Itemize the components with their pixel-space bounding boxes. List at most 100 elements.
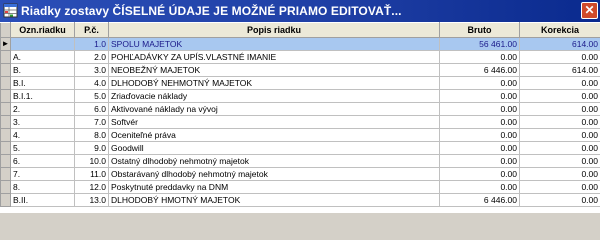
window-title: Riadky zostavy ČÍSELNÉ ÚDAJE JE MOŽNÉ PR… (21, 4, 402, 18)
close-icon[interactable]: ✕ (581, 2, 598, 19)
cell-bruto[interactable]: 0.00 (439, 102, 520, 116)
cell-bruto[interactable]: 0.00 (439, 50, 520, 64)
row-indicator (0, 193, 11, 207)
row-indicator (0, 167, 11, 181)
column-header-ozn[interactable]: Ozn.riadku (10, 22, 75, 38)
cell-ozn[interactable]: 8. (10, 180, 75, 194)
cell-ozn[interactable]: B.I. (10, 76, 75, 90)
cell-korekcia[interactable]: 0.00 (519, 89, 600, 103)
table-row[interactable]: A. 2.0 POHĽADÁVKY ZA UPÍS.VLASTNÉ IMANIE 0.… (0, 50, 600, 64)
cell-korekcia[interactable]: 0.00 (519, 115, 600, 129)
cell-korekcia[interactable]: 0.00 (519, 141, 600, 155)
table-row[interactable]: B. 3.0 NEOBEŽNÝ MAJETOK 6 446.00 614.00 (0, 63, 600, 77)
cell-popis[interactable]: SPOLU MAJETOK (108, 37, 440, 51)
cell-ozn[interactable]: B.I.1. (10, 89, 75, 103)
cell-korekcia[interactable]: 0.00 (519, 154, 600, 168)
cell-pc[interactable]: 6.0 (74, 102, 109, 116)
column-header-bruto[interactable]: Bruto (439, 22, 520, 38)
row-indicator (0, 50, 11, 64)
cell-pc[interactable]: 9.0 (74, 141, 109, 155)
cell-ozn[interactable]: 5. (10, 141, 75, 155)
cell-korekcia[interactable]: 0.00 (519, 50, 600, 64)
cell-bruto[interactable]: 0.00 (439, 154, 520, 168)
cell-popis[interactable]: Goodwill (108, 141, 440, 155)
cell-popis[interactable]: Softvér (108, 115, 440, 129)
cell-bruto[interactable]: 0.00 (439, 128, 520, 142)
cell-korekcia[interactable]: 0.00 (519, 193, 600, 207)
cell-ozn[interactable]: 2. (10, 102, 75, 116)
cell-ozn[interactable]: B.II. (10, 193, 75, 207)
cell-bruto[interactable]: 0.00 (439, 76, 520, 90)
table-row[interactable]: 5. 9.0 Goodwill 0.00 0.00 (0, 141, 600, 155)
cell-pc[interactable]: 12.0 (74, 180, 109, 194)
table-row[interactable]: 4. 8.0 Oceniteľné práva 0.00 0.00 (0, 128, 600, 142)
cell-korekcia[interactable]: 614.00 (519, 63, 600, 77)
cell-pc[interactable]: 13.0 (74, 193, 109, 207)
cell-bruto[interactable]: 0.00 (439, 89, 520, 103)
cell-popis[interactable]: DLHODOBÝ NEHMOTNÝ MAJETOK (108, 76, 440, 90)
cell-korekcia[interactable]: 0.00 (519, 128, 600, 142)
row-indicator (0, 141, 11, 155)
table-row[interactable]: 7. 11.0 Obstarávaný dlhodobý nehmotný maje… (0, 167, 600, 181)
table-row[interactable]: ► 1.0 SPOLU MAJETOK 56 461.00 614.00 (0, 37, 600, 51)
row-indicator (0, 180, 11, 194)
cell-popis[interactable]: Oceniteľné práva (108, 128, 440, 142)
cell-pc[interactable]: 7.0 (74, 115, 109, 129)
cell-korekcia[interactable]: 0.00 (519, 180, 600, 194)
table-icon (3, 3, 18, 18)
cell-popis[interactable]: NEOBEŽNÝ MAJETOK (108, 63, 440, 77)
table-row[interactable]: B.I. 4.0 DLHODOBÝ NEHMOTNÝ MAJETOK 0.00 0.00 (0, 76, 600, 90)
rows-table: Ozn.riadku P.č. Popis riadku Bruto Korek… (0, 22, 600, 207)
cell-ozn[interactable]: 7. (10, 167, 75, 181)
cell-popis[interactable]: Aktivované náklady na vývoj (108, 102, 440, 116)
cell-pc[interactable]: 2.0 (74, 50, 109, 64)
cell-popis[interactable]: DLHODOBÝ HMOTNÝ MAJETOK (108, 193, 440, 207)
table-row[interactable]: 2. 6.0 Aktivované náklady na vývoj 0.00 0.00 (0, 102, 600, 116)
cell-ozn[interactable]: 3. (10, 115, 75, 129)
cell-korekcia[interactable]: 614.00 (519, 37, 600, 51)
cell-korekcia[interactable]: 0.00 (519, 76, 600, 90)
row-indicator (0, 63, 11, 77)
cell-popis[interactable]: POHĽADÁVKY ZA UPÍS.VLASTNÉ IMANIE (108, 50, 440, 64)
rows-body: ► 1.0 SPOLU MAJETOK 56 461.00 614.00 A. 2.0 POH… (0, 37, 600, 207)
row-indicator (0, 76, 11, 90)
cell-popis[interactable]: Poskytnuté preddavky na DNM (108, 180, 440, 194)
cell-bruto[interactable]: 0.00 (439, 180, 520, 194)
cell-bruto[interactable]: 56 461.00 (439, 37, 520, 51)
cell-ozn[interactable]: B. (10, 63, 75, 77)
table-row[interactable]: 6. 10.0 Ostatný dlhodobý nehmotný majetok 0… (0, 154, 600, 168)
cell-ozn[interactable]: A. (10, 50, 75, 64)
cell-popis[interactable]: Zriaďovacie náklady (108, 89, 440, 103)
cell-popis[interactable]: Obstarávaný dlhodobý nehmotný majetok (108, 167, 440, 181)
cell-popis[interactable]: Ostatný dlhodobý nehmotný majetok (108, 154, 440, 168)
row-indicator-header (0, 22, 11, 38)
cell-pc[interactable]: 11.0 (74, 167, 109, 181)
table-row[interactable]: B.I.1. 5.0 Zriaďovacie náklady 0.00 0.00 (0, 89, 600, 103)
cell-pc[interactable]: 1.0 (74, 37, 109, 51)
cell-ozn[interactable]: 6. (10, 154, 75, 168)
cell-bruto[interactable]: 6 446.00 (439, 193, 520, 207)
cell-bruto[interactable]: 0.00 (439, 167, 520, 181)
cell-korekcia[interactable]: 0.00 (519, 167, 600, 181)
column-header-popis[interactable]: Popis riadku (108, 22, 440, 38)
table-row[interactable]: B.II. 13.0 DLHODOBÝ HMOTNÝ MAJETOK 6 446.00… (0, 193, 600, 207)
cell-korekcia[interactable]: 0.00 (519, 102, 600, 116)
cell-bruto[interactable]: 0.00 (439, 141, 520, 155)
header-row: Ozn.riadku P.č. Popis riadku Bruto Korek… (0, 22, 600, 38)
report-rows-grid[interactable]: Ozn.riadku P.č. Popis riadku Bruto Korek… (0, 22, 600, 213)
cell-ozn[interactable]: 4. (10, 128, 75, 142)
cell-pc[interactable]: 4.0 (74, 76, 109, 90)
cell-pc[interactable]: 5.0 (74, 89, 109, 103)
cell-pc[interactable]: 10.0 (74, 154, 109, 168)
title-bar[interactable]: Riadky zostavy ČÍSELNÉ ÚDAJE JE MOŽNÉ PR… (0, 0, 600, 22)
row-indicator (0, 154, 11, 168)
cell-bruto[interactable]: 6 446.00 (439, 63, 520, 77)
cell-pc[interactable]: 8.0 (74, 128, 109, 142)
cell-pc[interactable]: 3.0 (74, 63, 109, 77)
cell-bruto[interactable]: 0.00 (439, 115, 520, 129)
column-header-pc[interactable]: P.č. (74, 22, 109, 38)
cell-ozn[interactable] (10, 37, 75, 51)
column-header-korekcia[interactable]: Korekcia (519, 22, 600, 38)
table-row[interactable]: 8. 12.0 Poskytnuté preddavky na DNM 0.00 0.0… (0, 180, 600, 194)
table-row[interactable]: 3. 7.0 Softvér 0.00 0.00 (0, 115, 600, 129)
